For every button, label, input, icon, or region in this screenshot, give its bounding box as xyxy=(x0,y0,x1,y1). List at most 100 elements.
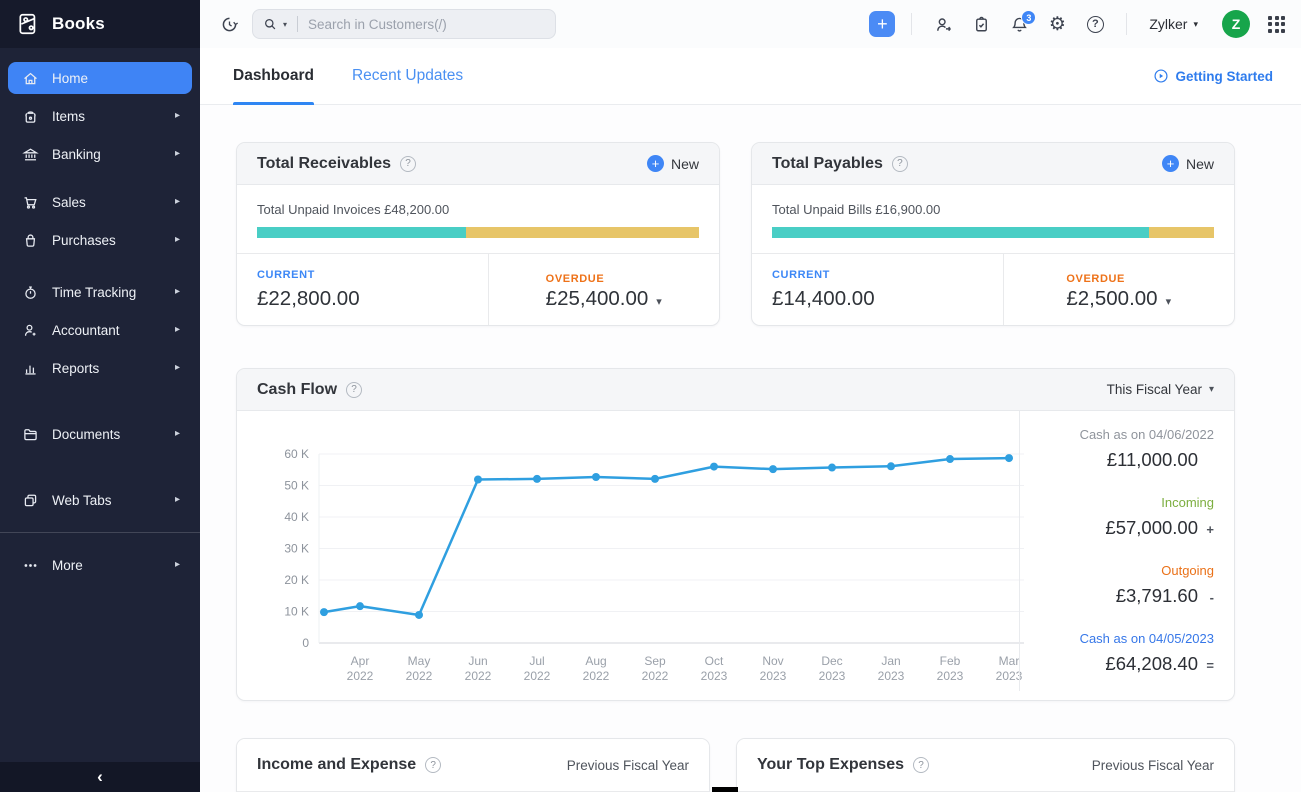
cashflow-summary-row: Outgoing£3,791.60- xyxy=(1020,563,1214,607)
current-label: CURRENT xyxy=(257,269,488,281)
chevron-right-icon: ▸ xyxy=(175,560,180,570)
chevron-down-icon: ▾ xyxy=(1209,384,1214,395)
card-title: Cash Flow xyxy=(257,381,337,399)
cashflow-summary-label[interactable]: Cash as on 04/05/2023 xyxy=(1020,631,1214,646)
sidebar-item-web-tabs[interactable]: Web Tabs ▸ xyxy=(0,484,200,516)
svg-text:Feb: Feb xyxy=(940,654,961,668)
cashflow-summary-value: £57,000.00+ xyxy=(1020,517,1214,539)
svg-text:20 K: 20 K xyxy=(284,573,309,587)
global-search[interactable]: ▾ xyxy=(252,9,556,39)
svg-text:2023: 2023 xyxy=(701,669,728,683)
card-header: Cash Flow ? This Fiscal Year ▾ xyxy=(237,369,1234,411)
sidebar-item-purchases[interactable]: Purchases ▸ xyxy=(0,224,200,256)
receivables-progress-bar xyxy=(257,227,699,238)
help-icon[interactable]: ? xyxy=(346,382,362,398)
new-payable-button[interactable]: + New xyxy=(1162,155,1214,172)
search-input[interactable] xyxy=(308,17,545,32)
refer-users-icon[interactable] xyxy=(928,9,958,39)
svg-text:10 K: 10 K xyxy=(284,605,309,619)
help-icon[interactable]: ? xyxy=(892,156,908,172)
sidebar-item-sales[interactable]: Sales ▸ xyxy=(0,186,200,218)
svg-text:2022: 2022 xyxy=(583,669,610,683)
total-payables-card: Total Payables ? + New Total Unpaid Bill… xyxy=(751,142,1235,326)
fiscal-year-dropdown[interactable]: Previous Fiscal Year xyxy=(567,758,689,773)
bank-icon xyxy=(22,146,39,163)
sidebar-item-more[interactable]: More ▸ xyxy=(0,549,200,581)
fiscal-year-dropdown[interactable]: Previous Fiscal Year xyxy=(1092,758,1214,773)
current-value: £14,400.00 xyxy=(772,287,1003,311)
sidebar-item-banking[interactable]: Banking ▸ xyxy=(0,138,200,170)
overdue-label: OVERDUE xyxy=(1066,273,1125,285)
cashflow-summary-value: £11,000.00 xyxy=(1020,449,1214,471)
help-icon[interactable]: ? xyxy=(425,757,441,773)
current-stat: CURRENT £14,400.00 xyxy=(752,254,1003,325)
sidebar-item-label: Items xyxy=(52,109,162,124)
chevron-right-icon: ▸ xyxy=(175,495,180,505)
org-switcher[interactable]: Zylker ▾ xyxy=(1143,16,1204,32)
svg-text:Aug: Aug xyxy=(585,654,606,668)
bag-icon xyxy=(22,232,39,249)
sidebar-nav: Home Items ▸ Banking ▸ Sales xyxy=(0,48,200,762)
recent-history-icon[interactable] xyxy=(214,9,244,39)
sidebar-item-items[interactable]: Items ▸ xyxy=(0,100,200,132)
cashflow-summary-row: Cash as on 04/06/2022 £11,000.00 xyxy=(1020,427,1214,471)
sidebar-item-label: Time Tracking xyxy=(52,285,162,300)
svg-text:2023: 2023 xyxy=(819,669,846,683)
sidebar-item-label: Accountant xyxy=(52,323,162,338)
plus-icon: + xyxy=(647,155,664,172)
app-title: Books xyxy=(52,14,105,34)
help-icon[interactable]: ? xyxy=(913,757,929,773)
overdue-dropdown-caret-icon[interactable]: ▾ xyxy=(656,296,662,308)
sidebar-item-time-tracking[interactable]: Time Tracking ▸ xyxy=(0,276,200,308)
tabbar: Dashboard Recent Updates Getting Started xyxy=(200,48,1301,105)
chevron-right-icon: ▸ xyxy=(175,363,180,373)
cash-flow-summary-panel: Cash as on 04/06/2022 £11,000.00 Incoming £… xyxy=(1019,411,1234,691)
overdue-dropdown-caret-icon[interactable]: ▾ xyxy=(1166,296,1172,308)
cashflow-summary-label: Cash as on 04/06/2022 xyxy=(1020,427,1214,442)
current-stat: CURRENT £22,800.00 xyxy=(237,254,488,325)
getting-started-link[interactable]: Getting Started xyxy=(1153,68,1273,84)
svg-text:2022: 2022 xyxy=(406,669,433,683)
sidebar-item-label: Sales xyxy=(52,195,162,210)
sidebar-item-accountant[interactable]: Accountant ▸ xyxy=(0,314,200,346)
sidebar-collapse-button[interactable]: ‹ xyxy=(0,762,200,792)
stats-row: CURRENT £22,800.00 OVERDUE £25,400.00▾ xyxy=(237,254,719,325)
quick-create-button[interactable]: + xyxy=(869,11,895,37)
tab-dashboard[interactable]: Dashboard xyxy=(233,48,314,104)
help-icon[interactable]: ? xyxy=(400,156,416,172)
sidebar-item-documents[interactable]: Documents ▸ xyxy=(0,418,200,450)
operator-sign: + xyxy=(1202,522,1214,537)
svg-text:2023: 2023 xyxy=(937,669,964,683)
svg-text:60 K: 60 K xyxy=(284,447,309,461)
fiscal-year-dropdown[interactable]: This Fiscal Year ▾ xyxy=(1107,382,1214,397)
user-avatar[interactable]: Z xyxy=(1222,10,1250,38)
settings-gear-icon[interactable]: ⚙ xyxy=(1042,9,1072,39)
svg-text:40 K: 40 K xyxy=(284,510,309,524)
svg-text:Oct: Oct xyxy=(705,654,724,668)
overdue-stat: OVERDUE £2,500.00▾ xyxy=(1003,254,1235,325)
more-dots-icon xyxy=(22,557,39,574)
cashflow-summary-value: £3,791.60- xyxy=(1020,585,1214,607)
help-icon[interactable]: ? xyxy=(1080,9,1110,39)
tab-recent-updates[interactable]: Recent Updates xyxy=(352,48,463,104)
cash-flow-line-chart: 010 K20 K30 K40 K50 K60 KApr2022May2022J… xyxy=(259,421,1029,691)
tasks-clipboard-icon[interactable] xyxy=(966,9,996,39)
notifications-bell-icon[interactable]: 3 xyxy=(1004,9,1034,39)
current-label: CURRENT xyxy=(772,269,1003,281)
search-scope-caret-icon[interactable]: ▾ xyxy=(283,20,287,29)
operator-sign: - xyxy=(1202,590,1214,605)
sidebar-item-reports[interactable]: Reports ▸ xyxy=(0,352,200,384)
chevron-right-icon: ▸ xyxy=(175,197,180,207)
unpaid-total-text: Total Unpaid Invoices £48,200.00 xyxy=(257,202,699,217)
apps-grid-icon[interactable] xyxy=(1268,16,1285,33)
card-title: Total Payables xyxy=(772,155,883,173)
cashflow-summary-label: Incoming xyxy=(1020,495,1214,510)
total-receivables-card: Total Receivables ? + New Total Unpaid I… xyxy=(236,142,720,326)
new-receivable-button[interactable]: + New xyxy=(647,155,699,172)
sidebar-item-home[interactable]: Home xyxy=(8,62,192,94)
app-logo[interactable]: Books xyxy=(0,0,200,48)
overdue-stat: OVERDUE £25,400.00▾ xyxy=(488,254,720,325)
search-divider xyxy=(297,16,298,32)
org-name: Zylker xyxy=(1149,16,1187,32)
payables-progress-bar xyxy=(772,227,1214,238)
